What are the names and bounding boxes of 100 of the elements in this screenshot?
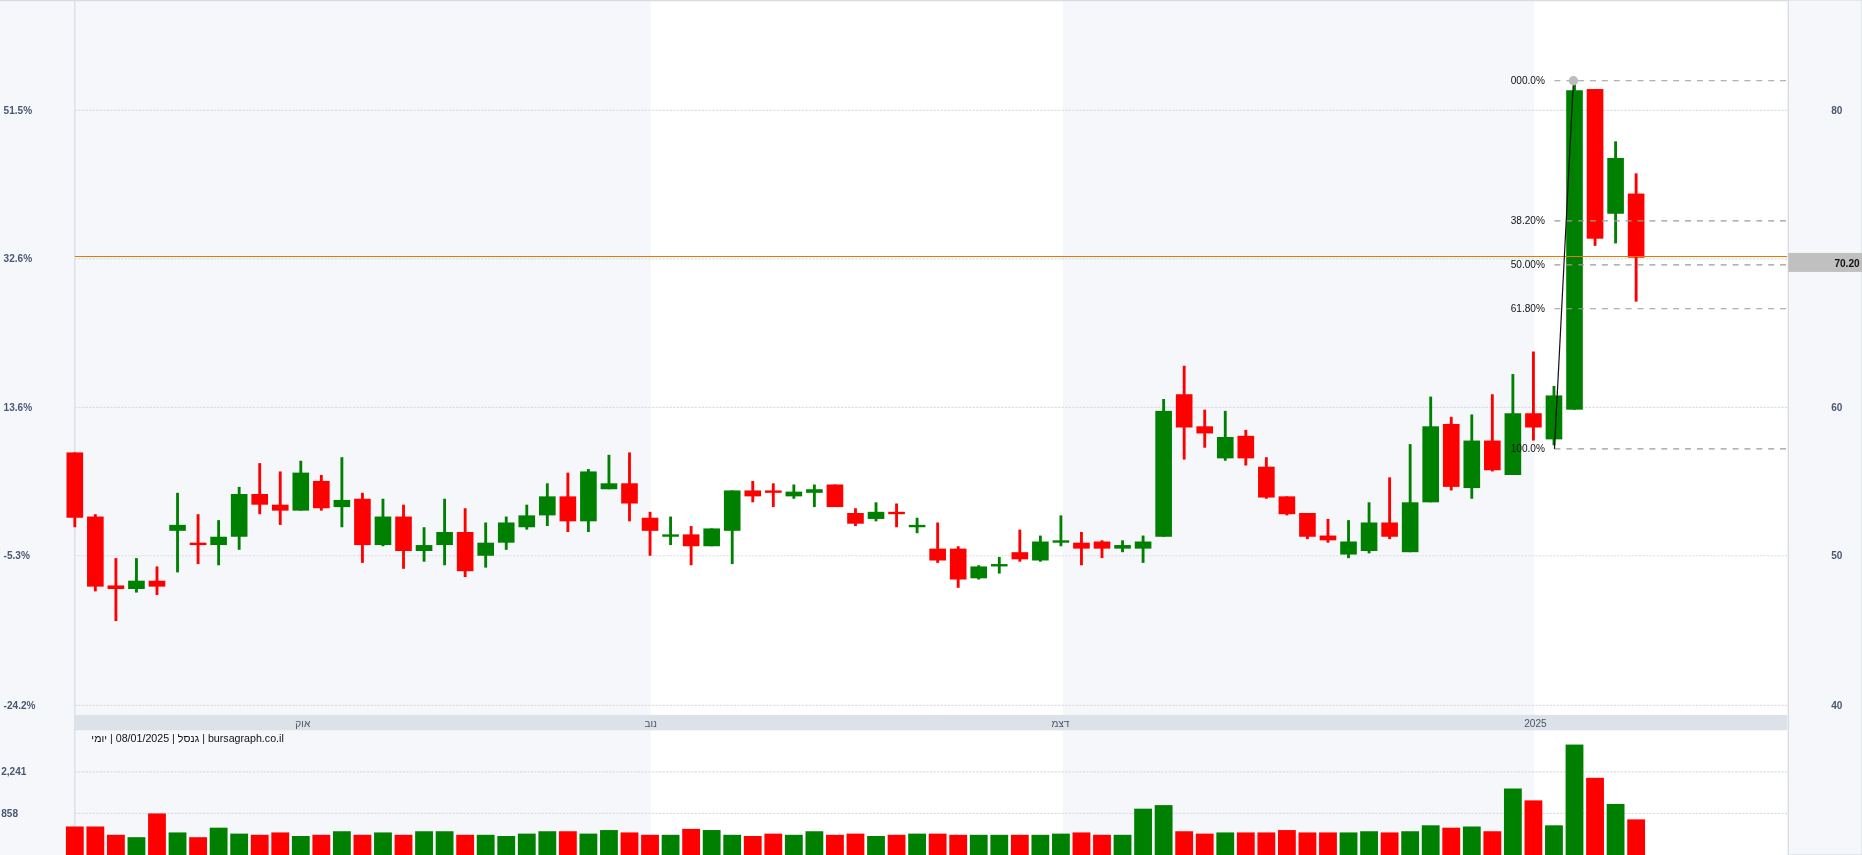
candlestick — [477, 522, 494, 568]
time-axis-label: דצמ — [1051, 717, 1070, 729]
volume-bar — [764, 833, 783, 855]
volume-bar — [1093, 834, 1111, 855]
fib-level-label: 000.0% — [1510, 75, 1545, 87]
candlestick — [539, 483, 556, 527]
volume-bar — [1216, 832, 1235, 855]
candlestick — [1052, 515, 1070, 547]
candlestick — [456, 508, 474, 578]
candlestick — [333, 457, 351, 528]
volume-bar — [1175, 831, 1194, 855]
candlestick — [703, 528, 720, 547]
volume-bar — [949, 834, 968, 855]
axis-tick-label: 13.6% — [3, 401, 33, 413]
candlestick — [949, 546, 967, 588]
volume-bar — [271, 832, 290, 855]
axis-tick-label: 50 — [1831, 550, 1843, 562]
candlestick — [1011, 529, 1029, 562]
candlestick — [497, 516, 515, 550]
chart-info-text: bursagraph.co.il | גנסל | 08/01/2025 | יומי — [91, 732, 284, 745]
candlestick — [682, 526, 700, 566]
candlestick — [313, 475, 330, 511]
candlestick — [847, 508, 864, 527]
volume-bar — [682, 828, 701, 855]
volume-bar — [230, 833, 249, 855]
candlestick — [580, 469, 597, 532]
volume-bar — [1031, 834, 1050, 855]
candlestick — [765, 483, 782, 508]
fib-level-label: 38.20% — [1510, 215, 1545, 227]
candlestick — [1258, 457, 1275, 499]
candlestick — [354, 492, 371, 563]
volume-bar — [1401, 831, 1420, 855]
candlestick — [785, 484, 803, 499]
candlestick — [990, 556, 1008, 574]
time-axis-label: 2025 — [1524, 717, 1547, 729]
volume-bar — [723, 834, 742, 855]
candlestick — [1216, 410, 1234, 461]
volume-bar — [1319, 832, 1337, 855]
volume-bar — [312, 834, 331, 855]
volume-bar — [1545, 825, 1563, 855]
candlestick — [436, 498, 453, 566]
fib-level-label: 50.00% — [1510, 259, 1545, 271]
volume-bar — [1257, 832, 1276, 855]
candlestick — [128, 558, 145, 593]
candlestick — [559, 472, 577, 532]
candlestick — [1114, 540, 1131, 553]
candlestick — [251, 463, 268, 515]
candlestick — [744, 480, 762, 503]
candlestick — [1237, 429, 1255, 466]
candlestick — [1032, 535, 1049, 562]
candlestick — [107, 558, 125, 622]
candlestick — [518, 504, 536, 530]
candlestick — [1381, 477, 1398, 540]
fib-level-label: 61.80% — [1510, 303, 1545, 315]
candlestick — [271, 471, 289, 525]
volume-bar — [1360, 831, 1378, 855]
candlestick — [148, 566, 166, 595]
candlestick — [662, 516, 679, 546]
volume-bar — [1627, 819, 1646, 855]
volume-bar — [826, 834, 844, 855]
candlestick — [970, 565, 988, 580]
volume-bar — [86, 826, 105, 855]
axis-tick-label: 60 — [1831, 401, 1843, 413]
time-axis-label: נוב — [644, 717, 658, 729]
volume-bar — [1052, 833, 1070, 855]
volume-tick-label: 858 — [1, 808, 18, 819]
volume-bar — [189, 837, 207, 855]
candlestick — [1196, 409, 1214, 448]
candlestick — [806, 484, 823, 508]
candlestick — [888, 503, 905, 528]
candlestick — [621, 452, 638, 522]
candlestick — [415, 527, 433, 562]
axis-tick-label: 40 — [1831, 699, 1843, 711]
axis-tick-label: -24.2% — [3, 699, 36, 711]
volume-bar — [415, 831, 433, 855]
anchor-handle[interactable] — [1568, 76, 1579, 86]
candlestick — [641, 511, 659, 556]
volume-bar — [600, 830, 618, 855]
axis-tick-label: -5.3% — [3, 550, 30, 562]
candlestick — [1073, 532, 1090, 566]
candlestick — [374, 498, 392, 547]
volume-bar — [990, 834, 1009, 855]
volume-bar — [805, 831, 824, 855]
candlestick — [1299, 513, 1316, 540]
candlestick — [929, 522, 946, 563]
volume-bar — [641, 834, 659, 855]
candlestick — [1319, 518, 1337, 543]
volume-tick-label: 2,241 — [1, 766, 27, 778]
candlestick — [1134, 535, 1152, 563]
volume-bar — [1442, 827, 1461, 855]
candlestick — [1340, 520, 1357, 559]
volume-bar — [456, 834, 475, 855]
volume-bar — [374, 832, 392, 855]
candlestick — [1545, 385, 1563, 446]
volume-bar — [148, 813, 166, 855]
candlestick — [908, 517, 926, 534]
time-axis-label: אוק — [295, 717, 311, 729]
candlestick — [189, 514, 207, 565]
candlestick — [210, 520, 227, 566]
volume-bar — [497, 836, 516, 855]
